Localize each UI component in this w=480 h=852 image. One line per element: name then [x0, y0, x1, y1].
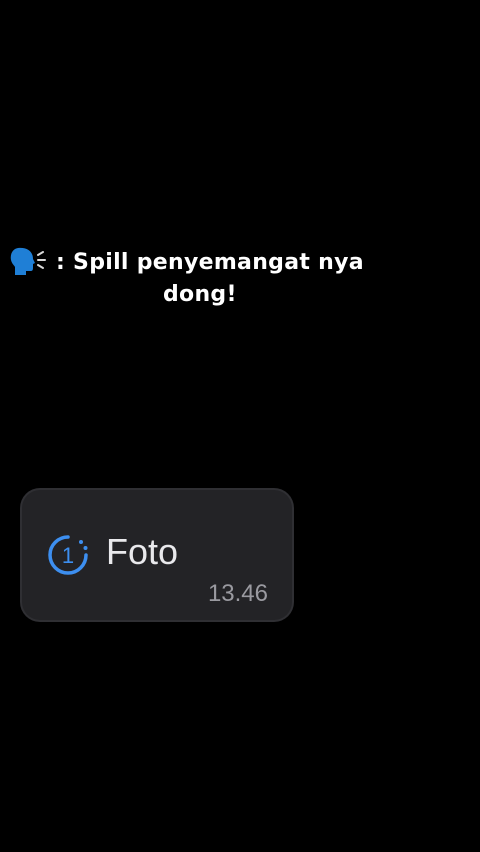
caption: : Spill penyemangat nya dong! [10, 244, 410, 307]
speaking-head-icon [10, 246, 48, 278]
caption-text-line-2: dong! [163, 282, 237, 307]
view-once-photo-message[interactable]: 1 Foto 13.46 [22, 490, 292, 620]
message-timestamp: 13.46 [207, 580, 268, 607]
svg-text:1: 1 [62, 543, 74, 568]
view-once-icon: 1 [46, 533, 90, 577]
caption-line-1: : Spill penyemangat nya [10, 244, 410, 280]
message-label: Foto [106, 531, 179, 572]
caption-text-line-1: : Spill penyemangat nya [56, 249, 364, 275]
